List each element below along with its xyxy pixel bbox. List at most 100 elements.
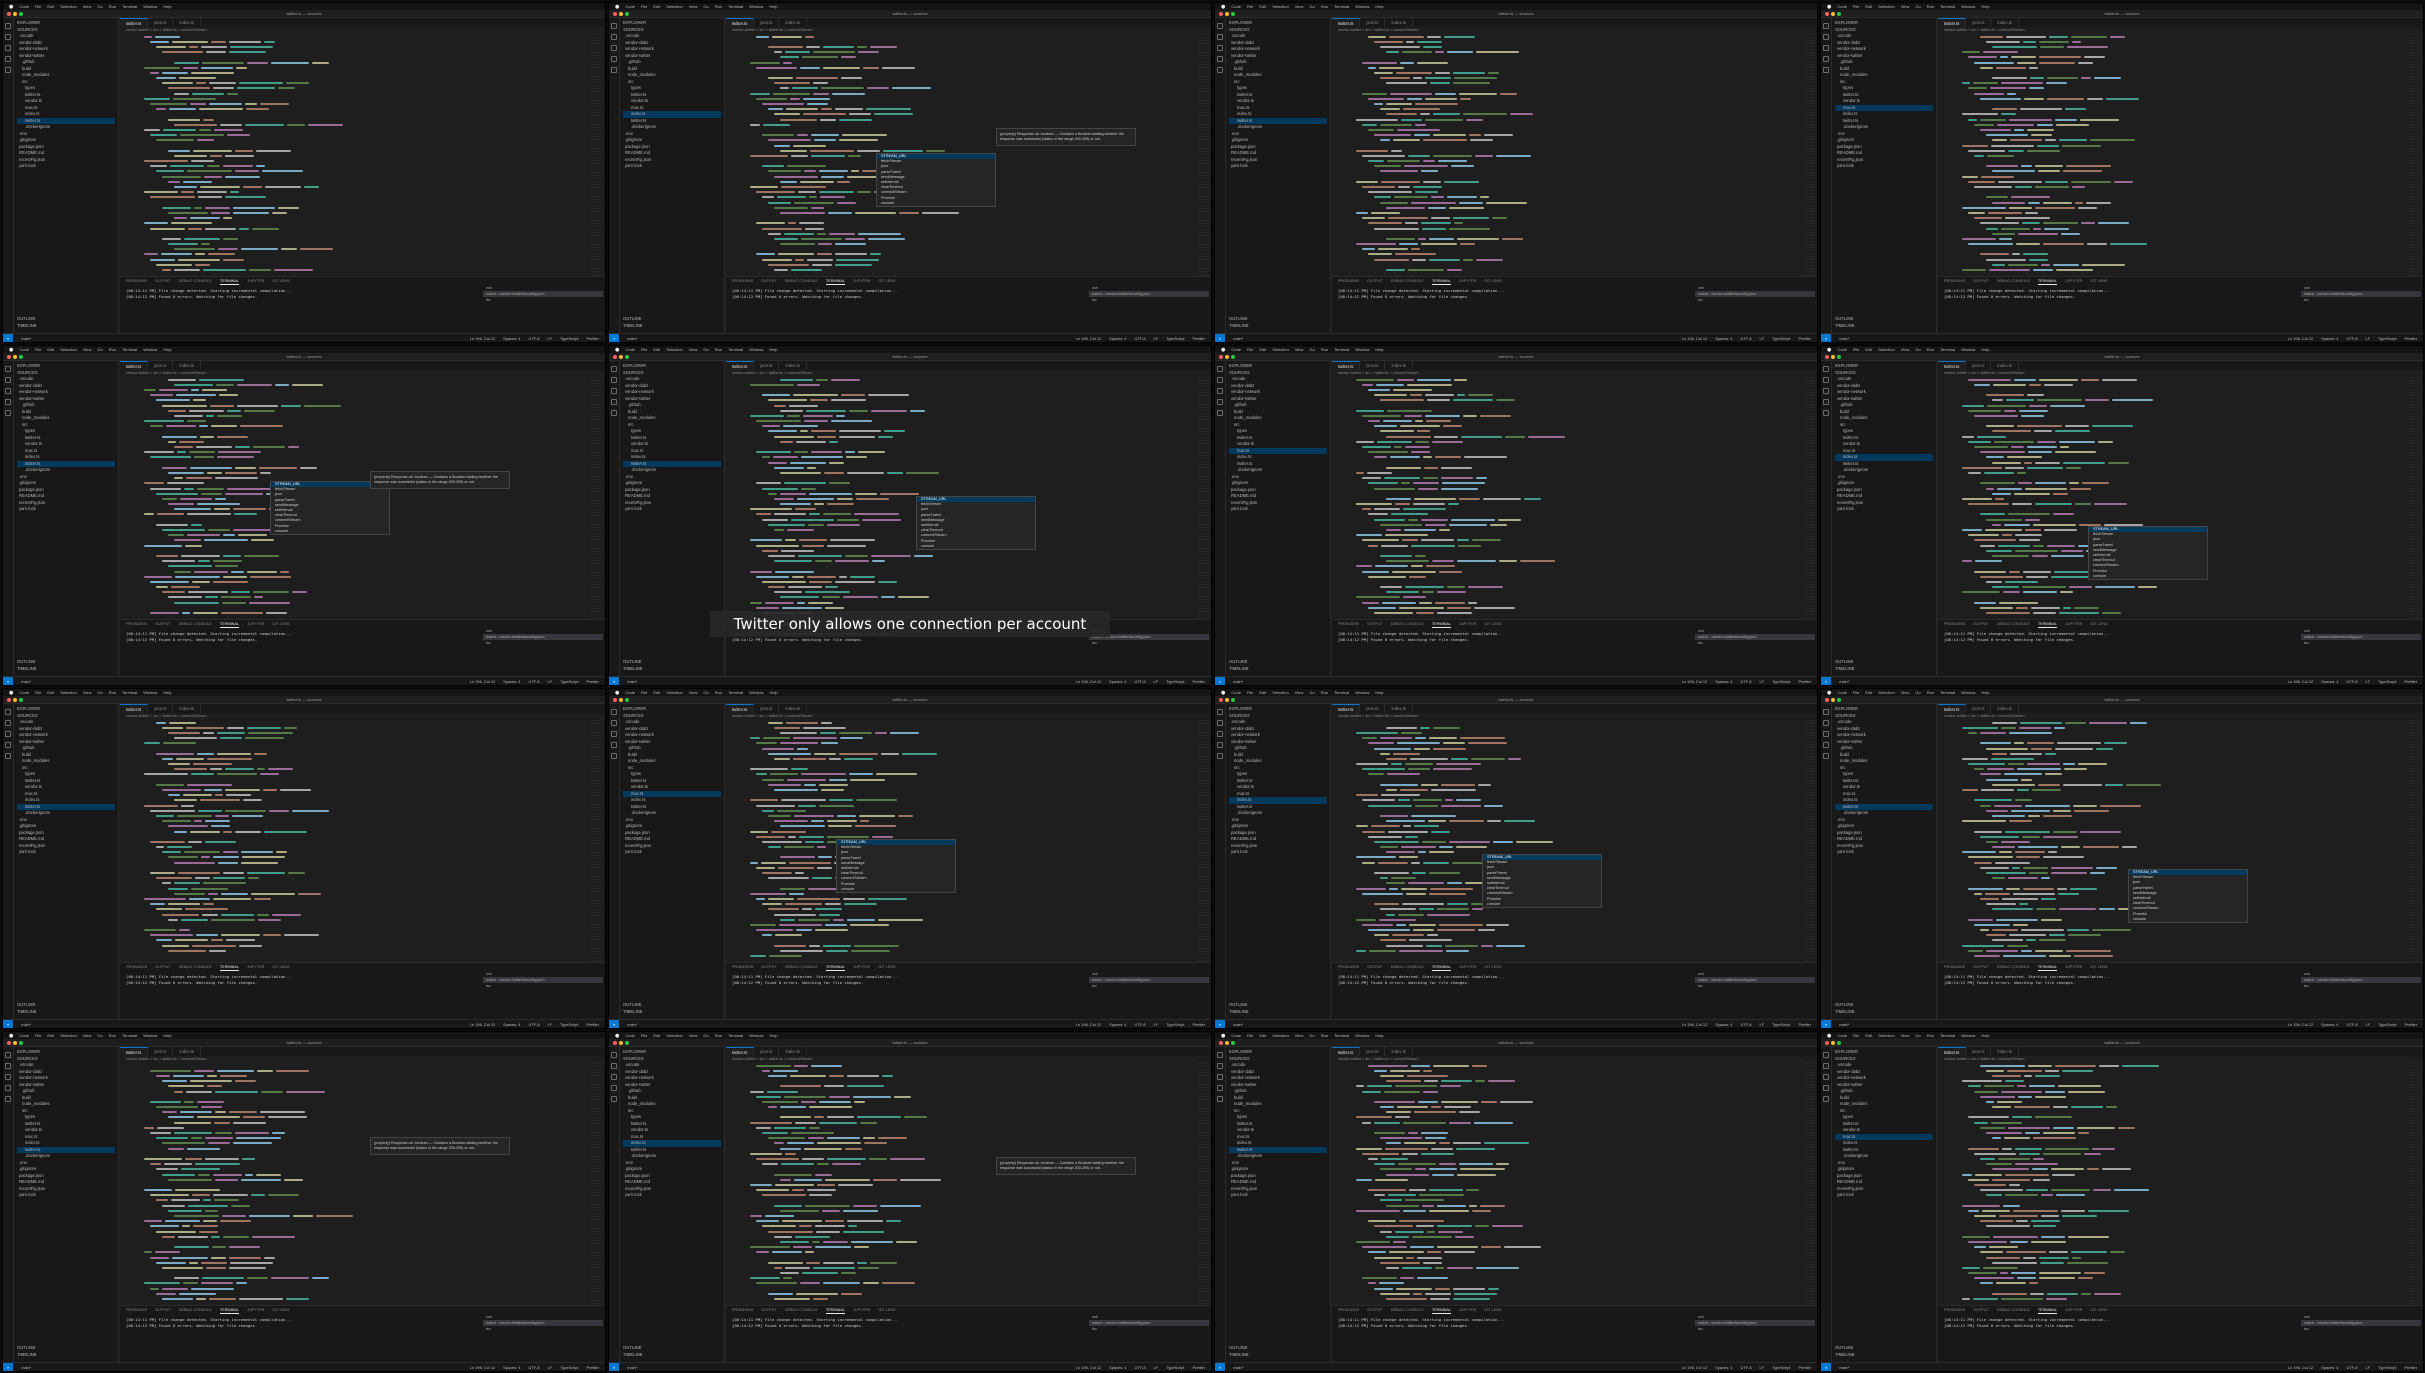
menu-item[interactable]: Code	[19, 347, 29, 352]
panel-tab[interactable]: JUPYTER	[853, 963, 870, 971]
status-prettier[interactable]: Prettier	[1192, 336, 1205, 341]
menu-item[interactable]: Edit	[47, 4, 54, 9]
panel-tab[interactable]: GIT LENS	[878, 1306, 895, 1314]
close-icon[interactable]	[613, 355, 617, 359]
timeline-header[interactable]: TIMELINE	[1835, 1352, 1855, 1359]
menu-item[interactable]: Go	[1915, 4, 1920, 9]
menu-item[interactable]: Edit	[1259, 4, 1266, 9]
status-prettier[interactable]: Prettier	[2404, 336, 2417, 341]
menu-item[interactable]: Selection	[1272, 1033, 1288, 1038]
editor-tab[interactable]: json.ts	[1360, 361, 1386, 370]
menu-item[interactable]: Terminal	[122, 1033, 137, 1038]
menu-item[interactable]: Run	[109, 690, 116, 695]
panel-tab[interactable]: PROBLEMS	[126, 963, 147, 971]
editor-tab[interactable]: index.ts	[173, 18, 201, 27]
menu-item[interactable]: Code	[1837, 690, 1847, 695]
editor-tab[interactable]: twitter.ts	[1938, 1047, 1967, 1056]
menu-item[interactable]: View	[83, 347, 92, 352]
code-line[interactable]	[746, 1296, 1195, 1301]
menu-item[interactable]: Help	[1981, 1033, 1989, 1038]
close-icon[interactable]	[613, 698, 617, 702]
explorer-file-item[interactable]: yarn.lock	[1835, 849, 1933, 856]
panel-tab[interactable]: GIT LENS	[2090, 963, 2107, 971]
minimize-icon[interactable]	[1831, 12, 1835, 16]
minimize-icon[interactable]	[619, 1041, 623, 1045]
apple-icon[interactable]: ●	[1827, 347, 1831, 353]
editor-tab[interactable]: twitter.ts	[726, 361, 755, 370]
apple-icon[interactable]: ●	[615, 347, 619, 353]
apple-icon[interactable]: ●	[1221, 347, 1225, 353]
editor-tab[interactable]: index.ts	[1991, 1047, 2019, 1056]
menu-item[interactable]: Code	[1837, 4, 1847, 9]
menu-item[interactable]: View	[689, 4, 698, 9]
panel-tab[interactable]: GIT LENS	[1484, 1306, 1501, 1314]
status-spaces[interactable]: Spaces: 4	[503, 1365, 520, 1370]
menu-item[interactable]: Code	[1231, 690, 1241, 695]
menu-item[interactable]: Help	[769, 4, 777, 9]
editor-tab[interactable]: json.ts	[1360, 18, 1386, 27]
code-line[interactable]	[746, 267, 1195, 272]
extensions-icon[interactable]	[5, 410, 11, 416]
status-language[interactable]: TypeScript	[2378, 1365, 2396, 1370]
outline-header[interactable]: OUTLINE	[17, 316, 37, 323]
minimize-icon[interactable]	[13, 355, 17, 359]
status-position[interactable]: Ln 196, Col 12	[2288, 336, 2313, 341]
status-prettier[interactable]: Prettier	[586, 1022, 599, 1027]
remote-indicator[interactable]: ≡	[3, 1019, 14, 1028]
panel-tab[interactable]: TERMINAL	[219, 1306, 240, 1314]
status-prettier[interactable]: Prettier	[1192, 1365, 1205, 1370]
minimize-icon[interactable]	[1831, 1041, 1835, 1045]
status-spaces[interactable]: Spaces: 4	[503, 1022, 520, 1027]
menu-item[interactable]: Edit	[1865, 690, 1872, 695]
status-prettier[interactable]: Prettier	[586, 336, 599, 341]
menu-item[interactable]: View	[1295, 1033, 1304, 1038]
menu-item[interactable]: Code	[625, 1033, 635, 1038]
status-spaces[interactable]: Spaces: 4	[1109, 679, 1126, 684]
code-line[interactable]	[1958, 610, 2407, 615]
outline-header[interactable]: OUTLINE	[17, 1345, 37, 1352]
status-position[interactable]: Ln 196, Col 12	[1682, 1022, 1707, 1027]
code-line[interactable]	[140, 953, 589, 958]
minimize-icon[interactable]	[13, 1041, 17, 1045]
panel-tab[interactable]: OUTPUT	[155, 1306, 171, 1314]
menu-item[interactable]: File	[641, 347, 647, 352]
status-spaces[interactable]: Spaces: 4	[2321, 1365, 2338, 1370]
status-encoding[interactable]: UTF-8	[2346, 1022, 2357, 1027]
minimize-icon[interactable]	[1831, 698, 1835, 702]
zoom-icon[interactable]	[1231, 355, 1235, 359]
menu-item[interactable]: Window	[749, 347, 763, 352]
menu-item[interactable]: Help	[1981, 4, 1989, 9]
status-position[interactable]: Ln 196, Col 12	[470, 679, 495, 684]
editor-tab[interactable]: json.ts	[754, 361, 780, 370]
explorer-file-item[interactable]: yarn.lock	[1835, 1192, 1933, 1199]
remote-indicator[interactable]: ≡	[3, 1362, 14, 1371]
menu-item[interactable]: Terminal	[728, 4, 743, 9]
breadcrumb[interactable]: vendor-twitter > src > twitter.ts > conn…	[726, 27, 1211, 33]
editor-tab[interactable]: json.ts	[754, 18, 780, 27]
panel-tab[interactable]: DEBUG CONSOLE	[1391, 620, 1424, 628]
menu-item[interactable]: Go	[97, 4, 102, 9]
panel-tab[interactable]: TERMINAL	[2037, 620, 2058, 628]
menu-item[interactable]: Terminal	[122, 347, 137, 352]
editor-tab[interactable]: twitter.ts	[120, 1047, 149, 1056]
menu-item[interactable]: Go	[1309, 347, 1314, 352]
status-prettier[interactable]: Prettier	[586, 1365, 599, 1370]
menu-item[interactable]: View	[1901, 4, 1910, 9]
menu-item[interactable]: Go	[1915, 347, 1920, 352]
panel-tab[interactable]: TERMINAL	[1431, 277, 1452, 285]
status-language[interactable]: TypeScript	[1166, 679, 1184, 684]
zoom-icon[interactable]	[1837, 12, 1841, 16]
close-icon[interactable]	[613, 12, 617, 16]
editor-tab[interactable]: index.ts	[779, 18, 807, 27]
panel-tab[interactable]: TERMINAL	[1431, 620, 1452, 628]
menu-item[interactable]: Edit	[653, 690, 660, 695]
debug-icon[interactable]	[1217, 56, 1223, 62]
minimap[interactable]	[2409, 377, 2421, 619]
outline-header[interactable]: OUTLINE	[1229, 316, 1249, 323]
files-icon[interactable]	[1823, 709, 1829, 715]
zoom-icon[interactable]	[625, 1041, 629, 1045]
terminal-instance[interactable]: tsc	[1089, 297, 1209, 303]
apple-icon[interactable]: ●	[9, 690, 13, 696]
minimap[interactable]	[1197, 377, 1209, 619]
status-eol[interactable]: LF	[1154, 679, 1159, 684]
